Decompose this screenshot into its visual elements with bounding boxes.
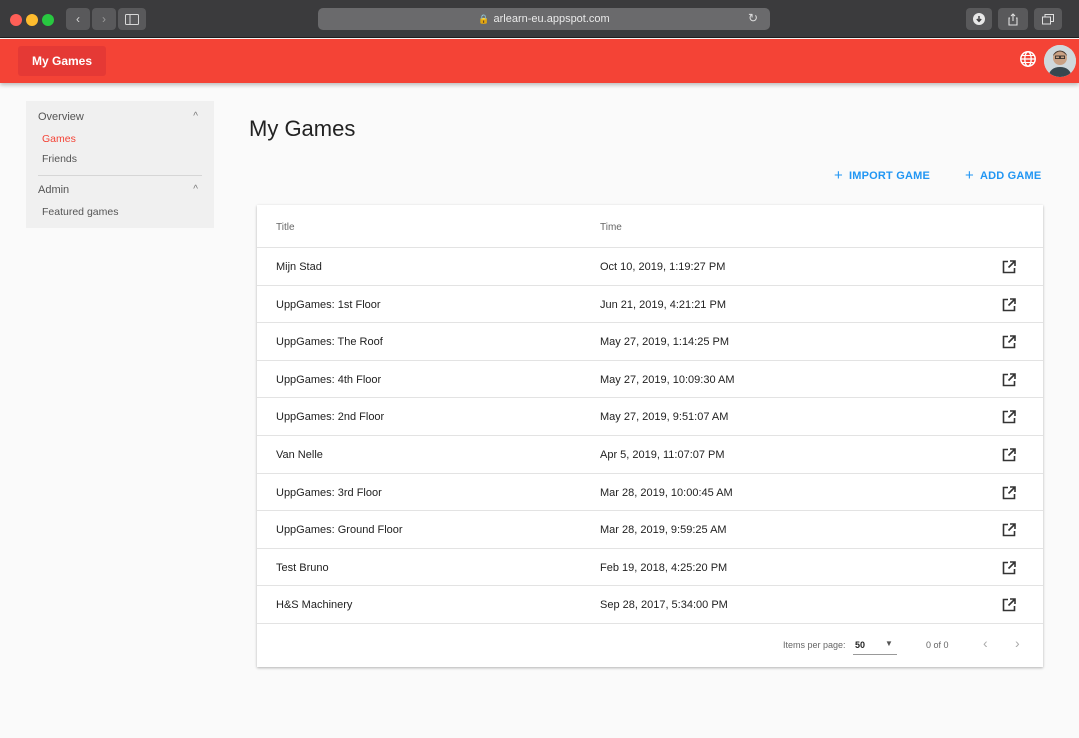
game-time-cell: May 27, 2019, 10:09:30 AM — [600, 373, 735, 386]
game-time-cell: May 27, 2019, 9:51:07 AM — [600, 411, 729, 424]
game-title-cell: UppGames: 3rd Floor — [276, 486, 382, 499]
game-title-cell: UppGames: 4th Floor — [276, 373, 382, 386]
game-time-cell: Feb 19, 2018, 4:25:20 PM — [600, 561, 728, 574]
import-game-button[interactable]: + IMPORT GAME — [834, 167, 930, 184]
download-icon — [973, 13, 985, 25]
downloads-button[interactable] — [966, 8, 992, 30]
open-in-new-icon[interactable] — [1001, 409, 1017, 425]
page-range-label: 0 of 0 — [926, 640, 949, 650]
table-row[interactable]: UppGames: 4th Floor May 27, 2019, 10:09:3… — [257, 361, 1043, 399]
table-row[interactable]: UppGames: Ground Floor Mar 28, 2019, 9:59… — [257, 511, 1043, 549]
globe-icon — [1020, 51, 1036, 67]
table-row[interactable]: Test Bruno Feb 19, 2018, 4:25:20 PM — [257, 549, 1043, 587]
game-title-cell: UppGames: 1st Floor — [276, 298, 381, 311]
game-title-cell: UppGames: The Roof — [276, 336, 383, 349]
sidebar-toggle-icon — [125, 13, 139, 25]
game-time-cell: Mar 28, 2019, 10:00:45 AM — [600, 486, 733, 499]
chevron-up-icon: ^ — [193, 111, 198, 122]
tabs-icon — [1042, 13, 1054, 24]
game-title-cell: Test Bruno — [276, 561, 329, 574]
game-title-cell: Van Nelle — [276, 449, 323, 461]
items-per-page-label: Items per page: — [783, 640, 846, 650]
plus-icon: + — [834, 167, 843, 184]
chevron-left-icon: ‹ — [76, 12, 80, 26]
add-game-label: ADD GAME — [979, 169, 1042, 182]
table-row[interactable]: Van Nelle Apr 5, 2019, 11:07:07 PM — [257, 436, 1043, 474]
minimize-window-button[interactable] — [26, 14, 38, 26]
sidebar-section-admin: Admin ^ Featured games — [26, 176, 214, 222]
column-header-time[interactable]: Time — [600, 222, 622, 233]
game-title-cell: H&S Machinery — [276, 599, 353, 612]
page-title: My Games — [249, 116, 356, 141]
open-in-new-icon[interactable] — [1001, 259, 1017, 275]
sidebar-section-label: Admin — [38, 184, 70, 196]
table-header: Title Time — [257, 205, 1043, 248]
page-size-select[interactable]: 50 ▼ — [853, 635, 897, 655]
game-time-cell: Sep 28, 2017, 5:34:00 PM — [600, 599, 728, 612]
open-in-new-icon[interactable] — [1001, 485, 1017, 501]
import-game-label: IMPORT GAME — [848, 169, 931, 182]
open-in-new-icon[interactable] — [1001, 560, 1017, 576]
back-button[interactable]: ‹ — [66, 8, 90, 30]
game-title-cell: Mijn Stad — [276, 261, 322, 273]
chevron-up-icon: ^ — [193, 184, 198, 195]
next-page-button[interactable]: › — [1015, 635, 1020, 651]
forward-button[interactable]: › — [92, 8, 116, 30]
chevron-right-icon: › — [102, 12, 106, 26]
game-time-cell: Mar 28, 2019, 9:59:25 AM — [600, 524, 727, 537]
lock-icon: 🔒 — [478, 13, 490, 24]
open-in-new-icon[interactable] — [1001, 297, 1017, 313]
address-bar[interactable]: 🔒 arlearn-eu.appspot.com ↻ — [318, 8, 770, 30]
open-in-new-icon[interactable] — [1001, 447, 1017, 463]
previous-page-button[interactable]: ‹ — [983, 635, 988, 651]
paginator: Items per page: 50 ▼ 0 of 0 ‹ › — [257, 624, 1043, 667]
browser-toolbar: ‹ › 🔒 arlearn-eu.appspot.com ↻ — [0, 0, 1079, 38]
game-time-cell: May 27, 2019, 1:14:25 PM — [600, 336, 730, 349]
user-avatar[interactable] — [1044, 45, 1076, 77]
page-size-value: 50 — [855, 640, 866, 650]
open-in-new-icon[interactable] — [1001, 522, 1017, 538]
user-avatar-image — [1044, 45, 1076, 77]
table-row[interactable]: H&S Machinery Sep 28, 2017, 5:34:00 PM — [257, 586, 1043, 624]
games-table: Title Time Mijn Stad Oct 10, 2019, 1:19:2… — [257, 205, 1043, 667]
table-row[interactable]: UppGames: 2nd Floor May 27, 2019, 9:51:07… — [257, 398, 1043, 436]
sidebar-item-friends[interactable]: Friends — [38, 149, 202, 169]
share-button[interactable] — [998, 8, 1028, 30]
sidebar-section-header-admin[interactable]: Admin ^ — [38, 184, 202, 202]
table-row[interactable]: UppGames: 3rd Floor Mar 28, 2019, 10:00:4… — [257, 474, 1043, 512]
column-header-title[interactable]: Title — [276, 222, 295, 233]
table-row[interactable]: UppGames: The Roof May 27, 2019, 1:14:25 … — [257, 323, 1043, 361]
my-games-nav-button[interactable]: My Games — [18, 46, 107, 76]
game-title-cell: UppGames: Ground Floor — [276, 524, 403, 537]
game-time-cell: Jun 21, 2019, 4:21:21 PM — [600, 298, 726, 311]
game-time-cell: Apr 5, 2019, 11:07:07 PM — [600, 449, 725, 461]
add-game-button[interactable]: + ADD GAME — [965, 167, 1041, 184]
table-row[interactable]: UppGames: 1st Floor Jun 21, 2019, 4:21:21… — [257, 286, 1043, 324]
game-title-cell: UppGames: 2nd Floor — [276, 411, 385, 424]
close-window-button[interactable] — [10, 14, 22, 26]
app-bar: My Games — [0, 39, 1079, 83]
reload-icon[interactable]: ↻ — [748, 11, 758, 25]
browser-window: ‹ › 🔒 arlearn-eu.appspot.com ↻ My Games — [0, 0, 1079, 738]
sidebar-item-games[interactable]: Games — [38, 129, 202, 149]
open-in-new-icon[interactable] — [1001, 597, 1017, 613]
sidebar-toggle-button[interactable] — [118, 8, 146, 30]
sidebar-section-header-overview[interactable]: Overview ^ — [38, 111, 202, 129]
maximize-window-button[interactable] — [42, 14, 54, 26]
language-button[interactable] — [1019, 50, 1041, 72]
sidebar: Overview ^ Games Friends Admin ^ Feature… — [26, 101, 214, 228]
open-in-new-icon[interactable] — [1001, 334, 1017, 350]
sidebar-item-featured-games[interactable]: Featured games — [38, 202, 202, 222]
tabs-overview-button[interactable] — [1034, 8, 1062, 30]
share-icon — [1008, 12, 1018, 26]
open-in-new-icon[interactable] — [1001, 372, 1017, 388]
game-time-cell: Oct 10, 2019, 1:19:27 PM — [600, 261, 726, 273]
sidebar-section-label: Overview — [38, 111, 84, 123]
table-row[interactable]: Mijn Stad Oct 10, 2019, 1:19:27 PM — [257, 248, 1043, 286]
sidebar-section-overview: Overview ^ Games Friends — [26, 101, 214, 176]
dropdown-arrow-icon: ▼ — [885, 639, 893, 648]
address-text: arlearn-eu.appspot.com — [493, 13, 610, 25]
plus-icon: + — [965, 167, 974, 184]
